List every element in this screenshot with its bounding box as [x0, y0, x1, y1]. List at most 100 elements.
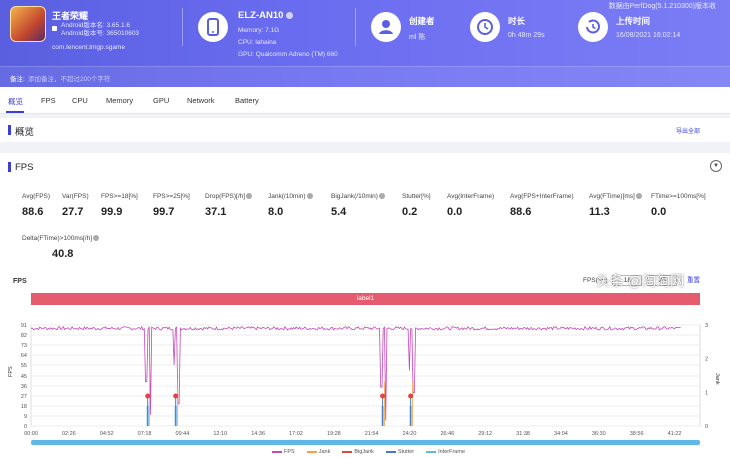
info-icon[interactable] — [286, 11, 294, 19]
perfdog-version-note[interactable]: 数据由PerfDog(5.1.210300)版本收 — [609, 1, 716, 11]
fps-stat-label: FPS>=25[%] — [153, 193, 190, 200]
x-tick-label: 19:28 — [327, 431, 341, 437]
note-input[interactable]: 添加备注，不超过200个字符 — [28, 73, 110, 83]
help-icon[interactable] — [378, 193, 385, 200]
android-version-code: Android版本号: 365010603 — [61, 30, 140, 37]
fps-stat: FTime>=100ms[%] 0.0 — [651, 193, 706, 218]
android-icon — [52, 26, 57, 31]
legend-item[interactable]: Jank — [306, 449, 331, 455]
fps-stat-label: Avg(InterFrame) — [447, 193, 495, 200]
label-bar[interactable]: label1 — [31, 293, 700, 305]
x-tick-label: 17:02 — [289, 431, 303, 437]
fps-stat: Delta(FTime)>100ms[/h] 40.8 — [22, 235, 100, 260]
section-marker — [8, 125, 11, 135]
tab-gpu[interactable]: GPU — [153, 96, 169, 105]
fps-stat-value: 99.7 — [153, 206, 175, 218]
legend-label: Jank — [318, 449, 331, 455]
y-tick-label: 9 — [24, 414, 27, 420]
fps-stat-label: Avg(FTime)[ms] — [589, 193, 635, 200]
user-icon — [371, 12, 401, 42]
fps-stat-value: 40.8 — [52, 248, 74, 260]
upload-label: 上传时间 — [616, 16, 651, 26]
duration-info: 时长 0h 48m 29s — [470, 12, 570, 48]
reset-button[interactable]: 重置 — [687, 277, 700, 284]
collapse-button[interactable]: ▼ — [710, 160, 722, 172]
y2-axis-label: Jank — [714, 373, 720, 385]
bigjank-point — [408, 393, 414, 399]
fps-stat-value: 99.9 — [101, 206, 123, 218]
tab-bar: 概览 FPS CPU Memory GPU Network Battery — [0, 87, 730, 114]
y2-tick-label: 2 — [705, 357, 708, 363]
legend-item[interactable]: FPS — [272, 449, 295, 455]
tab-network[interactable]: Network — [187, 96, 215, 105]
fps-stat: FPS>=18[%] 99.9 — [101, 193, 138, 218]
y-tick-label: 27 — [21, 394, 27, 400]
fps-stat: Avg(FPS) 88.6 — [22, 193, 50, 218]
legend-label: Stutter — [397, 449, 415, 455]
x-tick-label: 14:36 — [251, 431, 265, 437]
tab-memory[interactable]: Memory — [106, 96, 133, 105]
help-icon[interactable] — [246, 193, 253, 200]
y-tick-label: 18 — [21, 404, 27, 410]
fps-stat-label: Stutter[%] — [402, 193, 431, 200]
y2-tick-label: 3 — [705, 323, 708, 329]
fps-chart[interactable]: 91827364554536271890321000:00 02:26 04:52 0… — [0, 305, 730, 455]
legend-label: InterFrame — [438, 449, 466, 455]
tab-cpu[interactable]: CPU — [72, 96, 88, 105]
x-tick-label: 21:54 — [365, 431, 379, 437]
x-tick-label: 34:04 — [554, 431, 568, 437]
x-tick-label: 26:46 — [440, 431, 454, 437]
watermark: 头条 @淘淘网 — [596, 273, 685, 289]
fps-stat-value: 27.7 — [62, 206, 84, 218]
time-scrollbar — [31, 440, 700, 445]
device-memory: Memory: 7.1G — [238, 27, 280, 34]
fps-stat-label: BigJank(/10min) — [331, 193, 378, 200]
help-icon[interactable] — [93, 235, 100, 242]
x-tick-label: 29:12 — [478, 431, 492, 437]
fps-stat: FPS>=25[%] 99.7 — [153, 193, 190, 218]
y-tick-label: 45 — [21, 374, 27, 380]
x-tick-label: 07:18 — [138, 431, 152, 437]
y2-tick-label: 0 — [705, 424, 708, 430]
clock-icon — [470, 12, 500, 42]
fps-stat-label: Var(FPS) — [62, 193, 89, 200]
bigjank-point — [173, 393, 179, 399]
tab-overview[interactable]: 概览 — [8, 96, 23, 107]
legend-label: BigJank — [354, 449, 374, 455]
y-tick-label: 73 — [21, 343, 27, 349]
y-tick-label: 82 — [21, 333, 27, 339]
phone-icon — [198, 12, 228, 42]
fps-stat-label: Avg(FPS+InterFrame) — [510, 193, 574, 200]
legend-item[interactable]: InterFrame — [426, 449, 465, 455]
fps-stat-label: Jank(/10min) — [268, 193, 306, 200]
fps-stat-label: Avg(FPS) — [22, 193, 51, 200]
creator-info: 创建者 ml 陈 — [371, 12, 471, 48]
y-tick-label: 55 — [21, 363, 27, 369]
upload-value: 16/08/2021 16:02:14 — [616, 32, 681, 39]
fps-stat-label: Delta(FTime)>100ms[/h] — [22, 235, 93, 242]
legend-swatch — [385, 450, 396, 453]
tab-fps[interactable]: FPS — [41, 96, 56, 105]
android-version-name: Android版本名: 3.65.1.6 — [61, 22, 131, 29]
app-icon — [10, 6, 46, 42]
export-all-button[interactable]: 导出全部 — [676, 126, 700, 135]
upload-info: 上传时间 16/08/2021 16:02:14 — [578, 12, 718, 48]
x-tick-label: 09:44 — [176, 431, 190, 437]
app-name: 王者荣耀 — [52, 11, 89, 21]
legend-swatch — [272, 450, 282, 453]
help-icon[interactable] — [306, 193, 313, 200]
legend-item[interactable]: Stutter — [385, 449, 415, 455]
history-icon — [578, 12, 608, 42]
help-icon[interactable] — [635, 193, 642, 200]
fps-stat: Avg(FPS+InterFrame) 88.6 — [510, 193, 574, 218]
y-tick-label: 0 — [24, 424, 27, 430]
x-tick-label: 41:22 — [668, 431, 682, 437]
fps-stat-value: 88.6 — [510, 206, 532, 218]
tab-battery[interactable]: Battery — [235, 96, 259, 105]
y-axis-label: FPS — [8, 366, 14, 377]
device-name: ELZ-AN10 — [238, 10, 284, 21]
fps-stat-value: 88.6 — [22, 206, 44, 218]
fps-stat-label: FTime>=100ms[%] — [651, 193, 706, 200]
legend-item[interactable]: BigJank — [342, 449, 374, 455]
fps-stat: Jank(/10min) 8.0 — [268, 193, 313, 218]
